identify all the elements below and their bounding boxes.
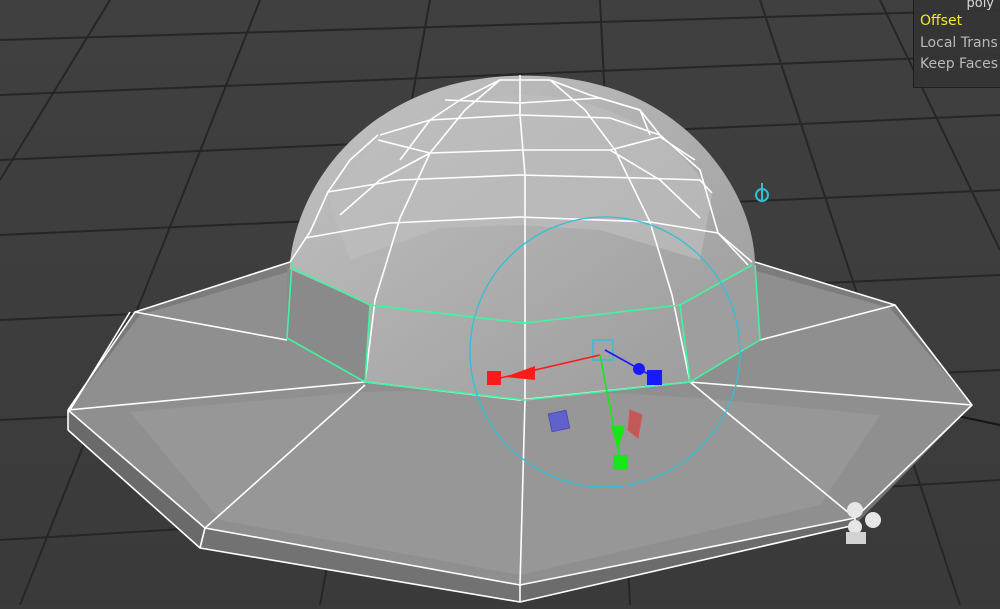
- 3d-viewport[interactable]: [0, 0, 1000, 606]
- hud-item-keep-faces[interactable]: Keep Faces: [920, 54, 998, 74]
- z-axis-handle[interactable]: [647, 370, 662, 385]
- z-axis-arrow[interactable]: [633, 363, 645, 375]
- x-axis-handle[interactable]: [487, 371, 501, 385]
- hud-item-local-translate[interactable]: Local Trans: [920, 33, 998, 53]
- y-axis-handle[interactable]: [613, 455, 628, 470]
- xz-plane-handle[interactable]: [547, 409, 571, 433]
- hud-title: poly: [966, 0, 994, 11]
- tool-settings-overlay: poly Offset Local Trans Keep Faces: [913, 0, 1000, 88]
- hud-item-offset[interactable]: Offset: [920, 11, 962, 31]
